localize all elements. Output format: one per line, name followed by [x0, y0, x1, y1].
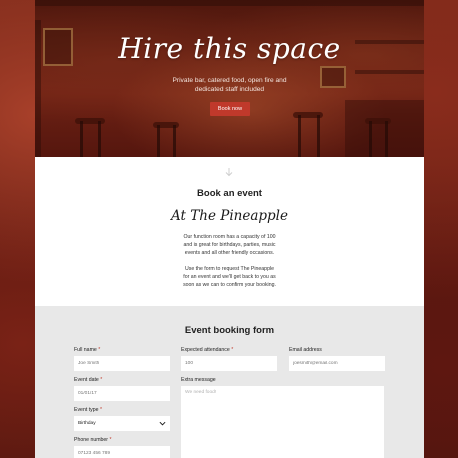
label-text: Extra message	[181, 377, 216, 383]
email-input[interactable]	[289, 356, 385, 371]
stool-leg	[298, 115, 301, 157]
event-type-select[interactable]: Birthday	[74, 416, 170, 431]
page: Hire this space Private bar, catered foo…	[35, 0, 424, 458]
label-text: Full name	[74, 347, 97, 353]
label-text: Event type	[74, 407, 99, 413]
description-line: and is great for birthdays, parties, mus…	[183, 242, 276, 248]
book-now-button[interactable]: Book now	[210, 102, 250, 116]
stool-leg	[369, 121, 372, 157]
required-marker: *	[109, 437, 112, 443]
label-text: Expected attendance	[181, 347, 230, 353]
section-heading: Book an event	[197, 188, 262, 199]
hero-subtitle: Private bar, catered food, open fire and…	[35, 76, 424, 94]
chevron-down-icon	[159, 421, 166, 426]
event-type-value: Birthday	[78, 421, 96, 426]
hero-subtitle-line: dedicated staff included	[194, 86, 265, 93]
label-text: Phone number	[74, 437, 109, 443]
stool-leg	[173, 125, 176, 157]
book-event-section: Book an event At The Pineapple Our funct…	[35, 157, 424, 306]
phone-input[interactable]	[74, 446, 170, 458]
stool-leg	[157, 125, 160, 157]
event-date-label: Event date *	[74, 377, 102, 383]
required-marker: *	[100, 377, 103, 383]
label-text: Email address	[289, 347, 322, 353]
required-marker: *	[231, 347, 234, 353]
expected-attendance-input[interactable]	[181, 356, 277, 371]
booking-form: Event booking form Full name * Expected …	[35, 306, 424, 458]
description-capacity: Our function room has a capacity of 100 …	[35, 233, 424, 257]
venue-name: At The Pineapple	[171, 208, 288, 224]
description-request: Use the form to request The Pineapple fo…	[35, 265, 424, 289]
required-marker: *	[99, 407, 102, 413]
bar-shelf	[355, 70, 424, 74]
ceiling-beam	[35, 0, 424, 6]
form-title: Event booking form	[184, 325, 275, 336]
description-line: for an event and we'll get back to you a…	[183, 274, 276, 280]
required-marker: *	[98, 347, 101, 353]
email-label: Email address	[289, 347, 322, 353]
hero-banner: Hire this space Private bar, catered foo…	[35, 0, 424, 157]
label-text: Event date	[74, 377, 99, 383]
stool-leg	[98, 121, 101, 157]
description-line: events and all other friendly occasions.	[184, 250, 275, 256]
event-date-input[interactable]	[74, 386, 170, 401]
full-name-label: Full name *	[74, 347, 100, 353]
stool-leg	[80, 121, 83, 157]
arrow-down-icon[interactable]	[224, 167, 234, 177]
expected-attendance-label: Expected attendance *	[181, 347, 233, 353]
description-line: Use the form to request The Pineapple	[184, 266, 274, 272]
stool-leg	[385, 121, 388, 157]
full-name-input[interactable]	[74, 356, 170, 371]
description-line: soon as we can to confirm your booking.	[183, 282, 276, 288]
stool-leg	[317, 115, 320, 157]
extra-message-label: Extra message	[181, 377, 216, 383]
description-line: Our function room has a capacity of 100	[183, 234, 276, 240]
hero-title: Hire this space	[118, 32, 341, 65]
hero-subtitle-line: Private bar, catered food, open fire and	[172, 77, 287, 84]
phone-label: Phone number *	[74, 437, 112, 443]
extra-message-textarea[interactable]: We need food!	[181, 386, 384, 458]
event-type-label: Event type *	[74, 407, 102, 413]
